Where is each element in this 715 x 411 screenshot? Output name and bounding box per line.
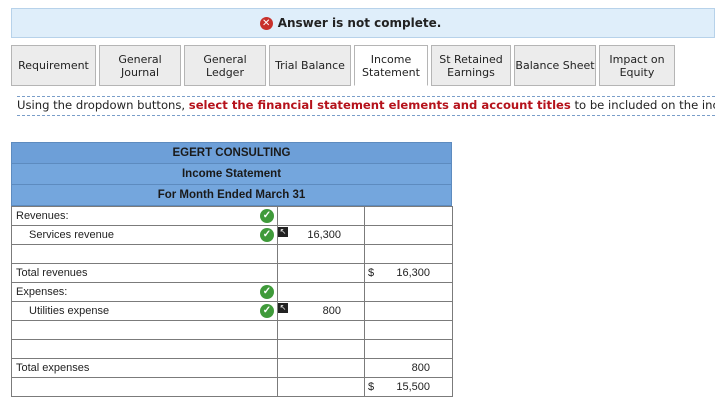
account-select[interactable] [11, 320, 278, 340]
statement-row [11, 320, 453, 340]
dropdown-arrow-icon[interactable]: ↖ [278, 303, 288, 313]
dollar-sign: $ [368, 267, 375, 279]
instructions-prefix: Using the dropdown buttons, [17, 98, 189, 112]
amount-cell[interactable] [277, 339, 365, 359]
tab-impact-on-equity[interactable]: Impact on Equity [599, 45, 675, 86]
total-cell[interactable] [364, 206, 453, 226]
correct-check-icon: ✓ [260, 285, 274, 299]
total-value: 15,500 [396, 381, 430, 393]
amount-cell[interactable] [277, 282, 365, 302]
total-cell[interactable] [364, 244, 453, 264]
statement-period: For Month Ended March 31 [11, 184, 452, 206]
statement-row: Revenues: ✓ [11, 206, 453, 226]
amount-cell[interactable] [277, 263, 365, 283]
total-cell[interactable]: $16,300 [364, 263, 453, 283]
statement-row [11, 244, 453, 264]
account-label: Revenues: [16, 210, 69, 222]
correct-check-icon: ✓ [260, 228, 274, 242]
statement-row: Total expenses 800 [11, 358, 453, 378]
total-value: 16,300 [396, 267, 430, 279]
dropdown-arrow-icon[interactable]: ↖ [278, 227, 288, 237]
amount-value: 16,300 [307, 229, 341, 241]
account-label: Utilities expense [29, 305, 110, 317]
amount-cell[interactable] [277, 377, 365, 397]
amount-cell[interactable] [277, 320, 365, 340]
total-cell[interactable]: 800 [364, 358, 453, 378]
account-select[interactable] [11, 339, 278, 359]
total-value: 800 [411, 362, 430, 374]
account-select[interactable]: Services revenue ✓ [11, 225, 278, 245]
error-x-icon: ✕ [259, 16, 273, 30]
total-cell[interactable] [364, 301, 453, 321]
correct-check-icon: ✓ [260, 209, 274, 223]
account-select[interactable]: Revenues: ✓ [11, 206, 278, 226]
income-statement: EGERT CONSULTING Income Statement For Mo… [11, 142, 453, 397]
account-label [12, 324, 16, 336]
account-label: Total revenues [16, 267, 88, 279]
tab-st-retained-earnings[interactable]: St Retained Earnings [431, 45, 511, 86]
statement-row: Services revenue ✓ ↖ 16,300 [11, 225, 453, 245]
statement-row: Total revenues $16,300 [11, 263, 453, 283]
tab-balance-sheet[interactable]: Balance Sheet [514, 45, 596, 86]
statement-row: Expenses: ✓ [11, 282, 453, 302]
tab-requirement[interactable]: Requirement [11, 45, 96, 86]
account-label: Total expenses [16, 362, 90, 374]
total-cell[interactable]: $15,500 [364, 377, 453, 397]
total-cell[interactable] [364, 320, 453, 340]
correct-check-icon: ✓ [260, 304, 274, 318]
tab-general-journal[interactable]: General Journal [99, 45, 181, 86]
company-name: EGERT CONSULTING [11, 142, 452, 163]
account-select[interactable]: Total revenues [11, 263, 278, 283]
total-cell[interactable] [364, 282, 453, 302]
account-label: Expenses: [16, 286, 68, 298]
tab-general-ledger[interactable]: General Ledger [184, 45, 266, 86]
account-select[interactable]: Total expenses [11, 358, 278, 378]
statement-table: Revenues: ✓ Services revenue ✓ ↖ 16,300 Total … [11, 206, 453, 397]
total-cell[interactable] [364, 225, 453, 245]
status-message: Answer is not complete. [277, 16, 442, 30]
statement-title: Income Statement [11, 163, 452, 184]
statement-row [11, 339, 453, 359]
account-label: Services revenue [29, 229, 114, 241]
statement-row: $15,500 [11, 377, 453, 397]
instructions-highlight: select the financial statement elements … [188, 98, 571, 112]
status-banner: ✕ Answer is not complete. [11, 8, 715, 38]
amount-cell[interactable]: ↖ 800 [277, 301, 365, 321]
account-select[interactable] [11, 377, 278, 397]
dollar-sign: $ [368, 381, 375, 393]
account-label [12, 381, 16, 393]
amount-value: 800 [322, 305, 341, 317]
account-label [12, 343, 16, 355]
account-select[interactable] [11, 244, 278, 264]
account-select[interactable]: Utilities expense ✓ [11, 301, 278, 321]
tab-trial-balance[interactable]: Trial Balance [269, 45, 351, 86]
statement-row: Utilities expense ✓ ↖ 800 [11, 301, 453, 321]
instructions-text: Using the dropdown buttons, select the f… [17, 96, 715, 116]
total-cell[interactable] [364, 339, 453, 359]
amount-cell[interactable] [277, 244, 365, 264]
account-select[interactable]: Expenses: ✓ [11, 282, 278, 302]
tab-income-statement[interactable]: Income Statement [354, 45, 428, 86]
amount-cell[interactable] [277, 206, 365, 226]
amount-cell[interactable] [277, 358, 365, 378]
amount-cell[interactable]: ↖ 16,300 [277, 225, 365, 245]
account-label [12, 248, 16, 260]
tab-bar: Requirement General Journal General Ledger… [11, 45, 678, 86]
instructions-suffix: to be included on the income statement. … [574, 98, 715, 112]
